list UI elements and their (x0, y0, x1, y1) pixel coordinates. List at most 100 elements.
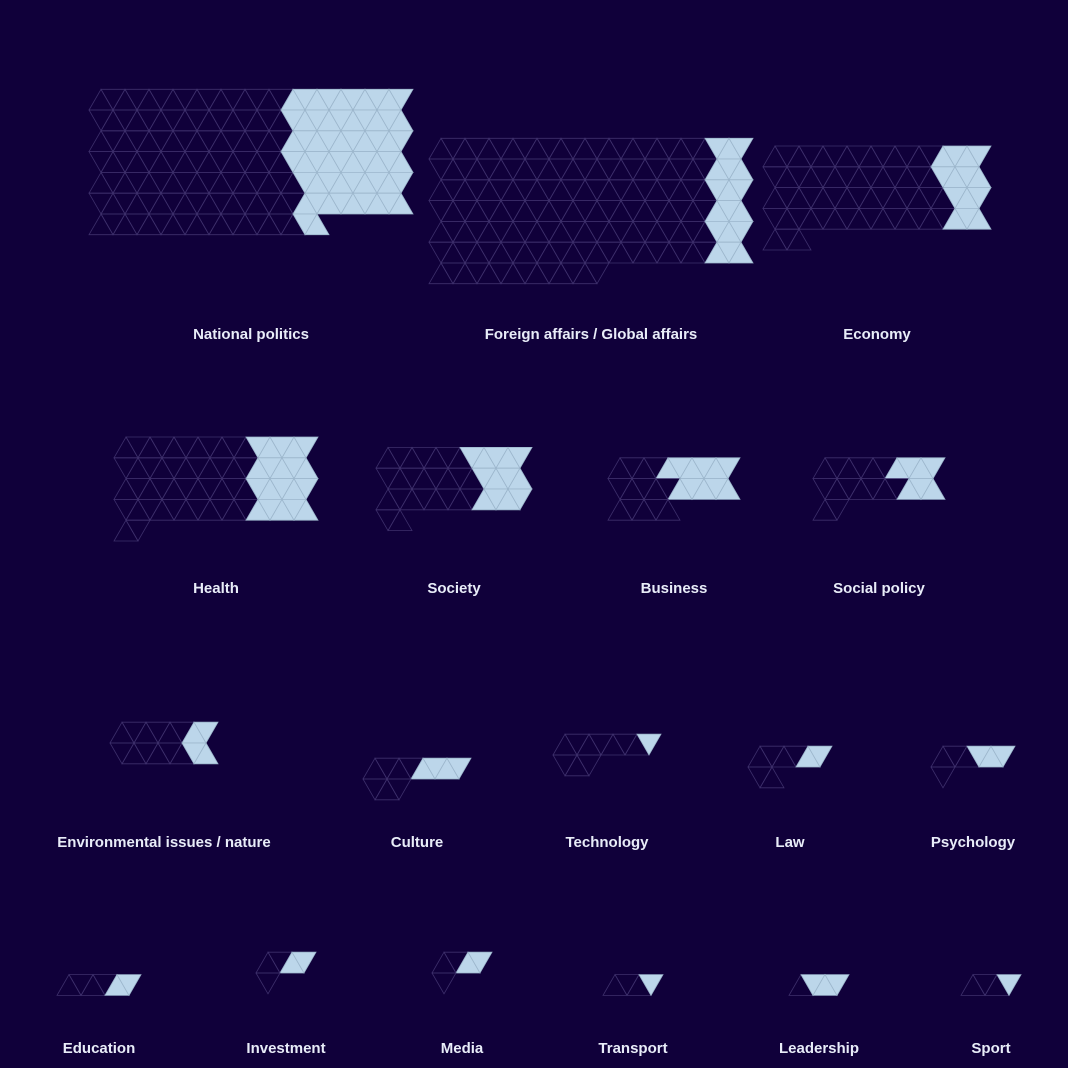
triangle-cell-empty (100, 109, 126, 132)
triangle-cell-empty (632, 158, 658, 181)
triangle-cell-empty (488, 137, 514, 160)
topic-label: Transport (598, 1040, 668, 1057)
triangle-cell-empty (488, 158, 514, 181)
triangle-cell-empty (124, 171, 150, 195)
triangle-cell-empty (846, 165, 872, 189)
triangle-cell-empty (220, 213, 246, 236)
triangle-cell-empty (512, 262, 538, 285)
triangle-cell-empty (656, 179, 682, 202)
triangle-cell-empty (220, 192, 246, 215)
triangle-cell-empty (834, 186, 860, 209)
triangle-cell-empty (387, 446, 413, 470)
triangle-cell-empty (196, 192, 222, 215)
triangle-cell-empty (759, 766, 785, 789)
triangle-cell-empty (882, 145, 908, 168)
triangle-cell-empty (524, 241, 550, 264)
triangle-cell-empty (644, 158, 670, 181)
triangle-cell-empty (552, 754, 578, 777)
triangle-cell-empty (208, 88, 234, 111)
triangle-cell-empty (798, 187, 824, 210)
triangle-cell-empty (488, 220, 514, 244)
triangle-cell-empty (113, 477, 139, 500)
triangle-cell-empty (184, 192, 210, 215)
triangle-cell-empty (596, 200, 622, 223)
triangle-cell-empty (894, 165, 920, 189)
triangle-cell-empty (452, 178, 478, 202)
triangle-cell-empty (428, 137, 454, 160)
triangle-cell-empty (668, 178, 694, 202)
triangle-cell-empty (464, 199, 490, 222)
triangle-cell-empty (588, 733, 614, 756)
triangle-cell-empty (220, 109, 246, 132)
triangle-cell-empty (185, 498, 211, 522)
triangle-cell-empty (870, 187, 896, 210)
triangle-cell-empty (256, 109, 282, 132)
topic-label: Investment (246, 1040, 326, 1057)
triangle-cell-empty (464, 241, 490, 264)
chart-stage: National politics Foreign affairs / Globa… (0, 0, 1068, 1068)
triangle-cell-empty (221, 498, 247, 521)
triangle-cell-empty (464, 179, 490, 202)
triangle-cell-empty (435, 446, 461, 470)
triangle-cell-empty (172, 109, 198, 132)
triangle-cell-empty (197, 478, 223, 501)
triangle-cell-empty (846, 207, 872, 230)
topic-label: Foreign affairs / Global affairs (484, 326, 698, 343)
triangle-cell-empty (196, 171, 222, 195)
triangle-cell-empty (894, 145, 920, 168)
triangle-cell-empty (148, 213, 174, 236)
triangle-cell-empty (596, 220, 622, 243)
triangle-cell-empty (620, 178, 646, 202)
triangle-cell-empty (136, 213, 162, 236)
triangle-cell-empty (762, 166, 788, 189)
triangle-cell-empty (584, 220, 610, 244)
triangle-cell-empty (208, 192, 234, 215)
triangle-cell-empty (656, 137, 682, 160)
triangle-cell-empty (584, 179, 610, 202)
triangle-cell-empty (476, 158, 502, 181)
triangle-cell-empty (109, 721, 135, 744)
triangle-cell-empty (631, 456, 657, 480)
triangle-cell-empty (500, 241, 526, 264)
triangle-cell-empty (848, 457, 874, 480)
triangle-cell-empty (184, 213, 210, 236)
triangle-cell-empty (619, 457, 645, 480)
triangle-cell-empty (762, 145, 788, 168)
triangle-chart (56, 88, 1022, 997)
triangle-cell-empty (822, 187, 848, 210)
triangle-cell-empty (476, 178, 502, 202)
triangle-cell-empty (172, 213, 198, 236)
triangle-cell-empty (124, 192, 150, 215)
triangle-cell-empty (812, 478, 838, 501)
triangle-cell-empty (100, 213, 126, 236)
triangle-cell-empty (100, 130, 126, 153)
triangle-cell-empty (375, 467, 401, 490)
triangle-cell-empty (631, 478, 657, 501)
triangle-cell-empty (564, 733, 590, 756)
triangle-cell-empty (232, 213, 258, 236)
triangle-cell-empty (771, 745, 797, 768)
triangle-cell-empty (548, 262, 574, 285)
topic-label: Economy (843, 326, 911, 343)
triangle-cell-empty (608, 179, 634, 202)
triangle-cell-empty (208, 109, 234, 132)
triangle-cell-empty (148, 192, 174, 215)
triangle-cell-empty (100, 171, 126, 195)
triangle-cell-empty (68, 974, 94, 997)
triangle-cell-empty (668, 158, 694, 181)
topic-label: Social policy (833, 580, 925, 597)
triangle-cell-empty (632, 179, 658, 202)
triangle-cell-empty (488, 241, 514, 264)
triangle-cell-empty (423, 467, 449, 490)
triangle-cell-empty (387, 467, 413, 490)
triangle-cell-empty (232, 129, 258, 153)
triangle-cell-empty (197, 456, 223, 480)
triangle-cell-empty (113, 436, 139, 459)
triangle-cell-empty (124, 109, 150, 132)
triangle-cell-empty (882, 166, 908, 189)
triangle-cell-empty (834, 207, 860, 231)
triangle-cell-empty (149, 436, 175, 459)
triangle-cell-empty (600, 733, 626, 756)
triangle-cell-empty (858, 145, 884, 168)
triangle-cell-empty (160, 213, 186, 236)
